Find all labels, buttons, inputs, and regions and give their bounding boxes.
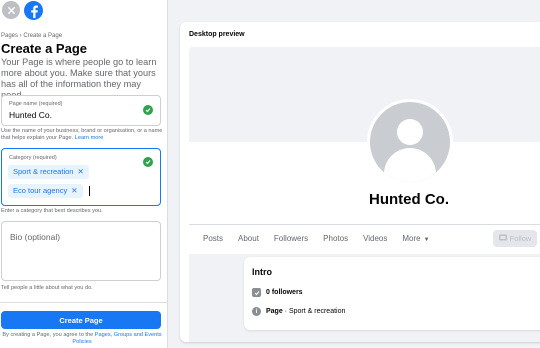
remove-chip-icon[interactable]: ✕ <box>71 186 77 195</box>
cover-photo <box>189 47 540 142</box>
followers-icon <box>252 288 261 297</box>
caret-down-icon: ▼ <box>423 237 430 243</box>
tab-more: More ▼ <box>402 234 429 243</box>
tab-about: About <box>238 234 259 243</box>
create-page-panel: Pages › Create a Page Create a Page Your… <box>0 0 168 348</box>
cover-area: Hunted Co. <box>189 47 540 224</box>
category-chip[interactable]: Eco tour agency ✕ <box>8 184 83 198</box>
category-chip[interactable]: Sport & recreation ✕ <box>8 165 89 179</box>
page-name-help: Use the name of your business, brand or … <box>1 128 165 142</box>
divider <box>0 302 167 303</box>
terms-text: By creating a Page, you agree to the Pag… <box>1 332 163 346</box>
follow-label: Follow <box>509 234 532 243</box>
top-icons <box>2 1 43 20</box>
intro-title: Intro <box>252 267 272 277</box>
bio-placeholder: Bio (optional) <box>10 232 61 242</box>
info-icon: i <box>252 307 261 316</box>
default-avatar-icon <box>370 102 450 182</box>
check-icon <box>143 105 153 115</box>
category-label: Category (required) <box>9 155 57 161</box>
tab-more-label: More <box>402 234 421 243</box>
bio-help: Tell people a little about what you do. <box>1 285 93 291</box>
category-chip-label: Sport & recreation <box>13 167 74 176</box>
category-row: i Page · Sport & recreation <box>252 307 345 316</box>
preview-label: Desktop preview <box>189 31 245 38</box>
followers-count: 0 followers <box>266 289 303 296</box>
desktop-preview-card: Desktop preview Hunted Co. Posts About F… <box>180 22 540 342</box>
tab-posts: Posts <box>203 234 224 243</box>
followers-row: 0 followers <box>252 288 303 297</box>
intro-card: Intro 0 followers i Page · Sport & recre… <box>244 257 540 330</box>
page-name-value[interactable]: Hunted Co. <box>9 110 52 120</box>
tab-followers: Followers <box>273 234 309 243</box>
create-page-button[interactable]: Create Page <box>1 311 161 329</box>
follow-icon <box>498 234 507 243</box>
category-field[interactable]: Category (required) Sport & recreation ✕ … <box>1 148 161 206</box>
breadcrumb[interactable]: Pages › Create a Page <box>1 33 62 39</box>
tab-photos: Photos <box>323 234 349 243</box>
check-icon <box>143 157 153 167</box>
category-value: · Sport & recreation <box>282 308 346 315</box>
avatar <box>367 99 453 185</box>
preview-tabs-bar: Posts About Followers Photos Videos More… <box>189 224 540 254</box>
category-label-bold: Page <box>266 308 283 315</box>
text-cursor <box>89 186 90 196</box>
follow-button: Follow <box>493 230 537 247</box>
terms-prefix: By creating a Page, you agree to the <box>2 332 94 338</box>
page-name-label: Page name (required) <box>9 101 63 107</box>
learn-more-link[interactable]: Learn more <box>75 135 104 141</box>
preview-canvas: Hunted Co. Posts About Followers Photos … <box>189 47 540 342</box>
page-name-field[interactable]: Page name (required) Hunted Co. <box>1 95 161 126</box>
category-chip-label: Eco tour agency <box>13 186 68 195</box>
category-help: Enter a category that best describes you… <box>1 208 103 214</box>
remove-chip-icon[interactable]: ✕ <box>77 167 83 176</box>
bio-field[interactable]: Bio (optional) <box>1 221 161 281</box>
category-text: Page · Sport & recreation <box>266 308 345 315</box>
preview-tabs: Posts About Followers Photos Videos More… <box>203 234 445 243</box>
preview-page-name: Hunted Co. <box>369 191 449 208</box>
close-icon[interactable] <box>2 1 20 19</box>
facebook-logo-icon[interactable] <box>24 1 43 20</box>
page-title: Create a Page <box>1 41 87 56</box>
tab-videos: Videos <box>363 234 388 243</box>
